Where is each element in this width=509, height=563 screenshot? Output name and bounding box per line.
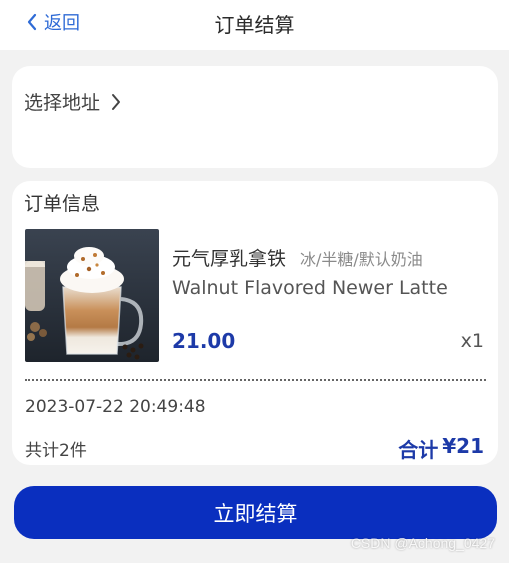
product-name-row: 元气厚乳拿铁 冰/半糖/默认奶油 — [172, 244, 423, 271]
total-label: 合计 — [398, 438, 439, 462]
select-address-button[interactable]: 选择地址 — [24, 88, 122, 115]
product-name: 元气厚乳拿铁 — [172, 248, 287, 270]
dotted-divider — [25, 379, 486, 381]
order-section-title: 订单信息 — [24, 193, 101, 215]
address-label: 选择地址 — [24, 92, 101, 114]
product-image — [25, 229, 159, 362]
product-spec: 冰/半糖/默认奶油 — [300, 250, 423, 269]
watermark: CSDN @Achong_0427 — [350, 535, 495, 551]
product-quantity: x1 — [460, 330, 484, 352]
top-bar: 返回 订单结算 — [0, 0, 509, 50]
total-value: ¥21 — [442, 434, 484, 458]
page-title: 订单结算 — [214, 13, 295, 37]
order-info-card: 订单信息 元气厚乳拿铁 冰/半糖/默认奶油 Walnut Flavored Ne… — [12, 181, 498, 465]
order-time: 2023-07-22 20:49:48 — [25, 397, 206, 417]
address-card: 选择地址 — [12, 66, 498, 168]
product-english-name: Walnut Flavored Newer Latte — [172, 277, 448, 299]
product-price: 21.00 — [172, 329, 236, 353]
item-count: 共计2件 — [25, 441, 87, 461]
chevron-right-icon — [110, 93, 122, 111]
order-total: 合计 ¥21 — [398, 434, 484, 463]
checkout-button[interactable]: 立即结算 — [14, 486, 497, 539]
